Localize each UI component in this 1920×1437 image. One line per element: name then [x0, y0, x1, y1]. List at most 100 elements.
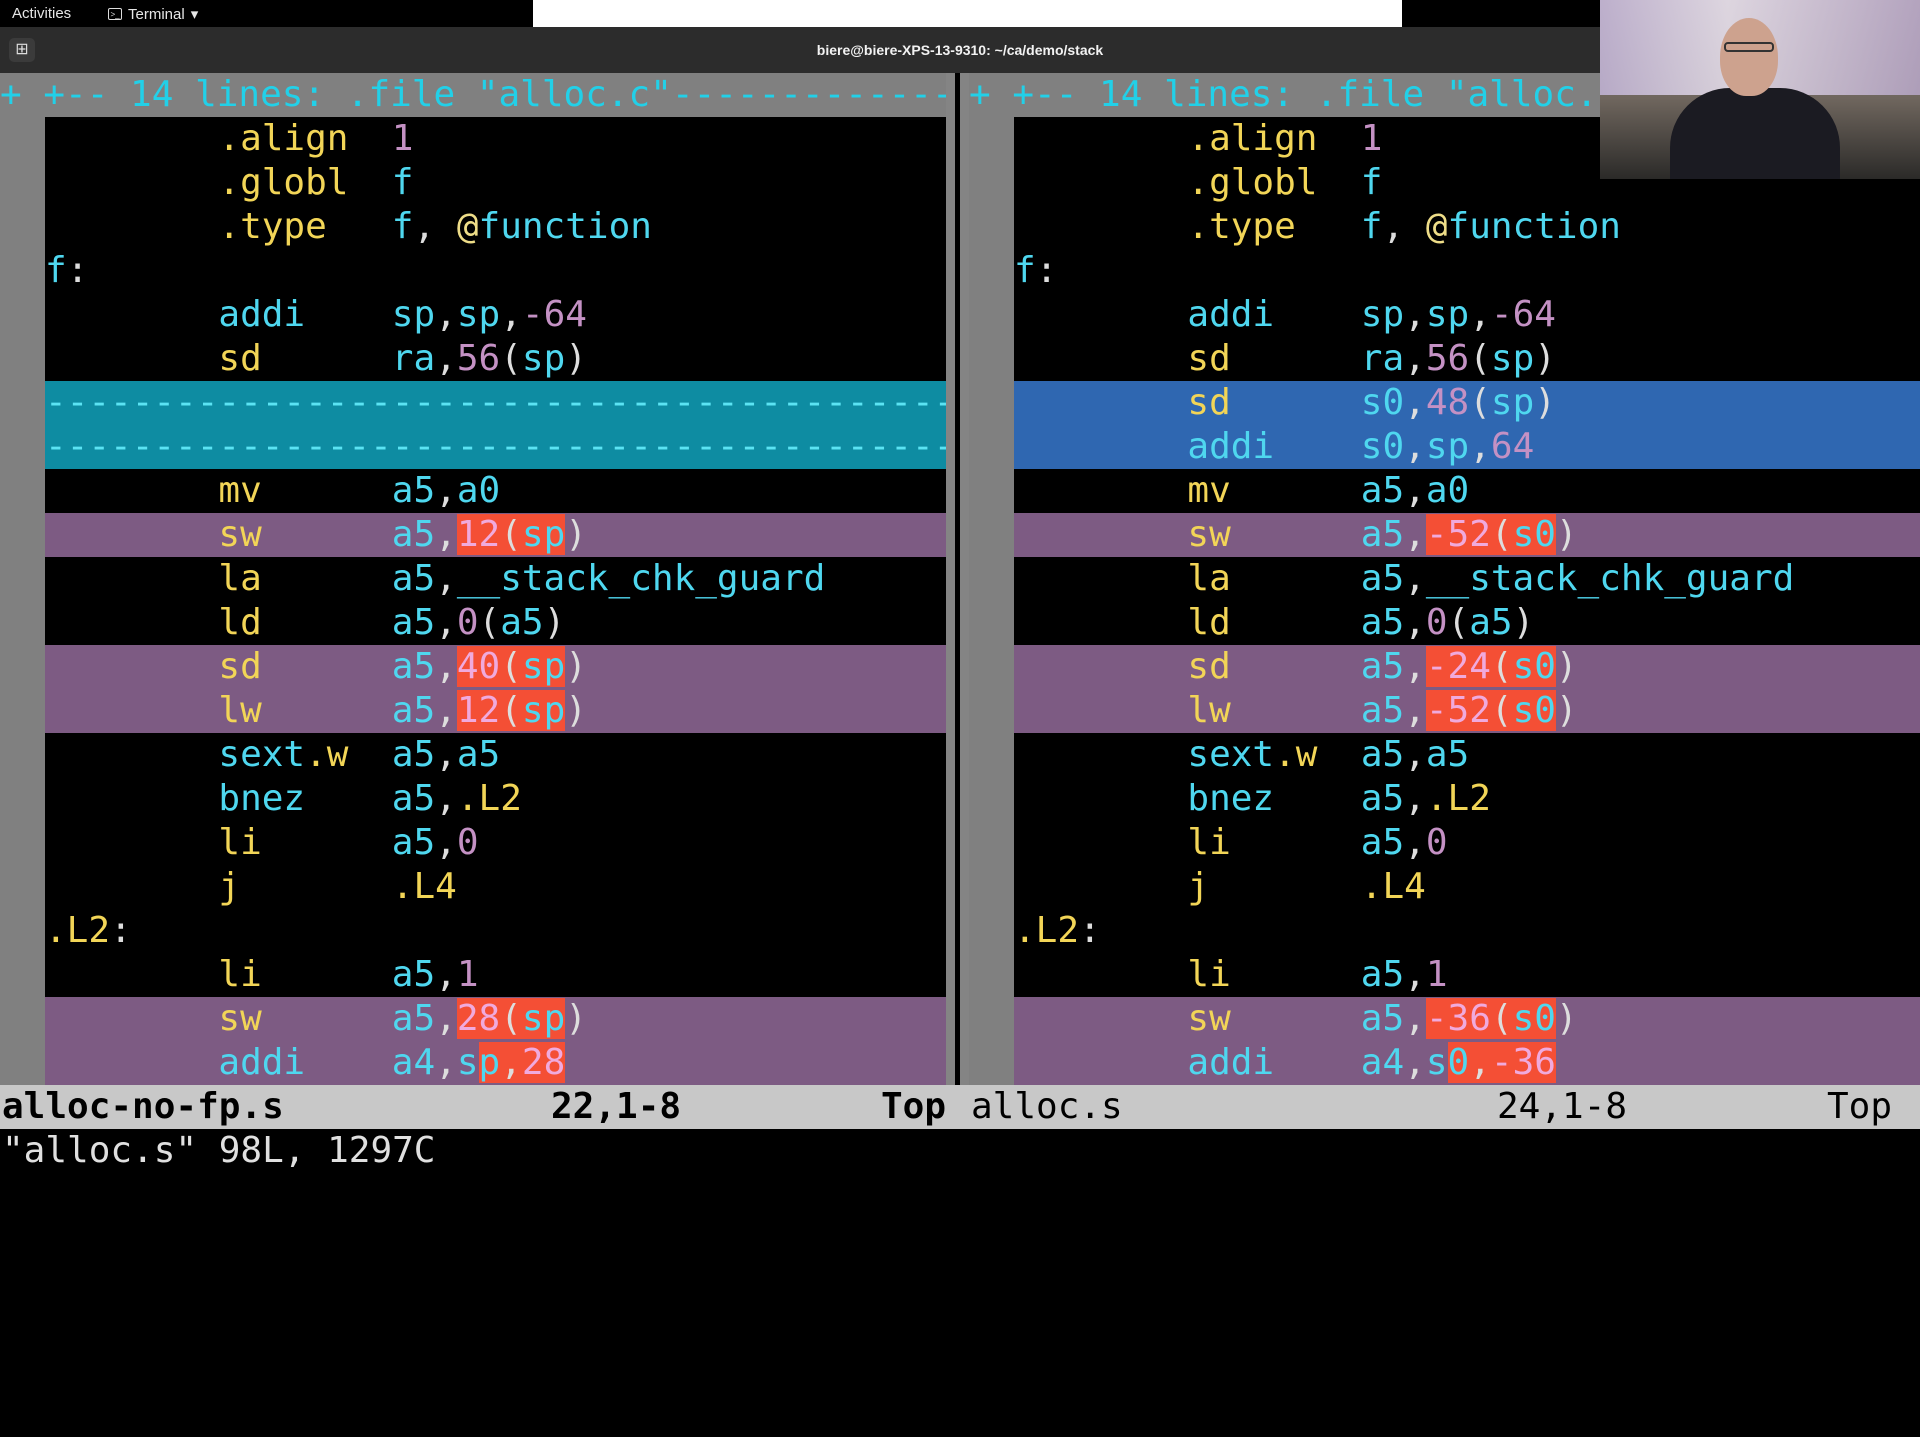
code-token: sd — [218, 338, 262, 379]
instruction-line: addi a4,sp,28 — [45, 1041, 566, 1085]
filler-dashes: ----------------------------------------… — [45, 382, 946, 423]
code-token: : — [1035, 250, 1058, 291]
code-token: ) — [1512, 602, 1535, 643]
instruction-line: la a5,__stack_chk_guard — [45, 557, 825, 601]
code-token: a5 — [1360, 690, 1405, 731]
activities-button[interactable]: Activities — [12, 5, 71, 22]
code-token: sp — [521, 646, 566, 687]
code-token: ) — [565, 646, 587, 687]
code-token: f — [391, 162, 414, 203]
code-token: ( — [500, 690, 522, 731]
right-diff-pane[interactable]: + +-- 14 lines: .file "alloc.c"---------… — [969, 73, 1920, 1085]
code-token: , — [1469, 1042, 1491, 1083]
instruction-line: sd s0,48(sp) — [1014, 381, 1556, 425]
presenter-head — [1720, 18, 1778, 96]
code-token: a4 — [391, 1042, 436, 1083]
code-line: ld a5,0(a5) — [0, 601, 946, 645]
app-menu[interactable]: >_ Terminal ▾ — [108, 5, 198, 23]
glasses-icon — [1724, 42, 1774, 52]
instruction-line: bnez a5,.L2 — [45, 777, 521, 821]
label-line: f: — [45, 249, 88, 293]
code-token: ) — [565, 514, 587, 555]
code-token: p — [478, 1042, 501, 1083]
terminal-view[interactable]: + +-- 14 lines: .file "alloc.c"---------… — [0, 73, 1920, 1200]
terminal-icon: >_ — [108, 8, 122, 20]
code-token: function — [1447, 206, 1621, 247]
fold-line[interactable]: + +-- 14 lines: .file "alloc.c"---------… — [0, 73, 946, 117]
code-line: sw a5,12(sp) — [0, 513, 946, 557]
sign-column — [969, 821, 1014, 865]
code-token: a5 — [391, 734, 436, 775]
code-token: 1 — [391, 118, 414, 159]
code-token: f — [1014, 250, 1036, 291]
code-token: __stack_chk_guard — [1425, 558, 1795, 599]
instruction-line: sw a5,-52(s0) — [1014, 513, 1578, 557]
command-line[interactable]: "alloc.s" 98L, 1297C — [2, 1129, 435, 1173]
code-token: ld — [1187, 602, 1231, 643]
sign-column — [0, 821, 45, 865]
code-token: ( — [500, 998, 522, 1039]
code-token: -64 — [521, 294, 587, 335]
code-token: a5 — [391, 998, 436, 1039]
sign-column — [0, 249, 45, 293]
instruction-line: li a5,1 — [45, 953, 478, 997]
instruction-line: ld a5,0(a5) — [45, 601, 565, 645]
code-token: ( — [500, 338, 522, 379]
instruction-line: addi sp,sp,-64 — [45, 293, 587, 337]
sign-column — [969, 513, 1014, 557]
code-token: a5 — [391, 558, 436, 599]
code-line: li a5,0 — [969, 821, 1920, 865]
code-token: , — [1404, 338, 1426, 379]
left-cursor-position: 22,1-8 — [551, 1086, 682, 1127]
code-token: 28 — [521, 1042, 566, 1083]
sign-column — [969, 381, 1014, 425]
code-token: a5 — [1360, 646, 1405, 687]
code-token: .align — [1187, 118, 1318, 159]
left-diff-pane[interactable]: + +-- 14 lines: .file "alloc.c"---------… — [0, 73, 946, 1085]
code-token: ( — [1490, 998, 1513, 1039]
code-token: 28 — [456, 998, 501, 1039]
code-token: ( — [500, 514, 522, 555]
instruction-line: mv a5,a0 — [1014, 469, 1469, 513]
code-token: ) — [1555, 514, 1578, 555]
sign-column — [0, 1041, 45, 1085]
code-token: , — [435, 470, 457, 511]
code-token: s — [1425, 1042, 1448, 1083]
instruction-line: sd a5,-24(s0) — [1014, 645, 1578, 689]
code-token: ( — [1490, 690, 1513, 731]
instruction-line: sext.w a5,a5 — [45, 733, 500, 777]
code-token: , — [1404, 734, 1426, 775]
sign-column — [969, 469, 1014, 513]
code-token: a5 — [456, 734, 501, 775]
code-token: s — [456, 1042, 479, 1083]
code-token: , — [1404, 778, 1426, 819]
code-token: a5 — [500, 602, 544, 643]
instruction-line: lw a5,-52(s0) — [1014, 689, 1578, 733]
code-line: li a5,0 — [0, 821, 946, 865]
code-token: ra — [391, 338, 436, 379]
code-token: : — [66, 250, 89, 291]
code-token: bnez — [1187, 778, 1275, 819]
code-token: 64 — [1490, 426, 1535, 467]
vertical-split-separator[interactable] — [946, 73, 969, 1085]
sign-column — [0, 117, 45, 161]
instruction-line: lw a5,12(sp) — [45, 689, 587, 733]
code-line: j .L4 — [0, 865, 946, 909]
sign-column — [0, 381, 45, 425]
code-token: ) — [1534, 338, 1556, 379]
